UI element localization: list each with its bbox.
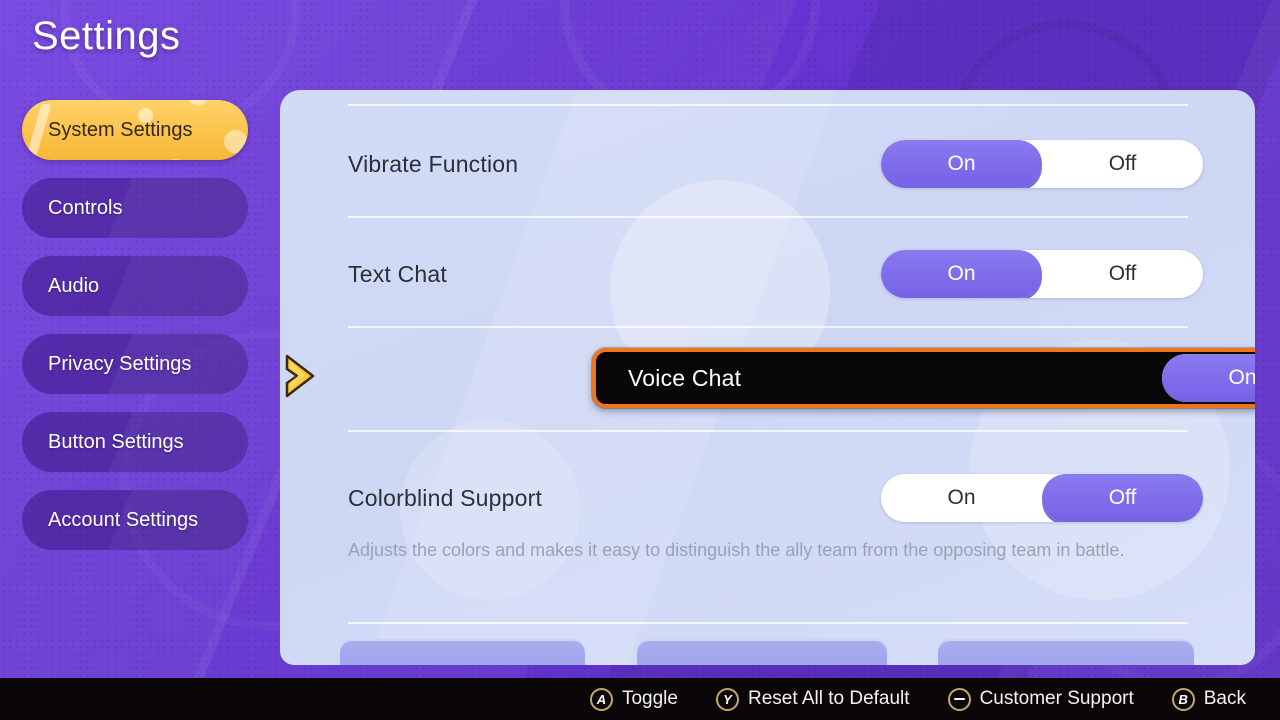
setting-row-voice-chat[interactable]: Voice Chat On Off — [592, 348, 1255, 408]
setting-description: Adjusts the colors and makes it easy to … — [348, 540, 1125, 560]
footer-hint-customer-support[interactable]: Customer Support — [947, 687, 1134, 711]
sidebar-item-label: Button Settings — [48, 430, 184, 453]
b-button-icon: B — [1171, 687, 1195, 711]
toggle-option-off[interactable]: Off — [1042, 140, 1203, 188]
sidebar-item-privacy-settings[interactable]: Privacy Settings — [22, 334, 248, 394]
sidebar-item-audio[interactable]: Audio — [22, 256, 248, 316]
sidebar: System Settings Controls Audio Privacy S… — [22, 100, 248, 550]
sidebar-item-label: Controls — [48, 196, 123, 219]
toggle-vibrate-function[interactable]: On Off — [881, 140, 1203, 188]
sidebar-item-system-settings[interactable]: System Settings — [22, 100, 248, 160]
footer-hint-label: Back — [1203, 688, 1246, 709]
toggle-option-off[interactable]: Off — [1042, 250, 1203, 298]
setting-label: Voice Chat — [628, 364, 742, 391]
footer-hint-back[interactable]: B Back — [1171, 687, 1246, 711]
a-button-icon: A — [589, 687, 613, 711]
sidebar-item-controls[interactable]: Controls — [22, 178, 248, 238]
toggle-option-on[interactable]: On — [881, 140, 1042, 188]
setting-label: Text Chat — [348, 260, 447, 287]
sidebar-item-label: Account Settings — [48, 508, 199, 531]
row-divider — [348, 216, 1188, 218]
page-title: Settings — [32, 14, 181, 58]
selection-cursor-icon — [283, 352, 323, 400]
footer-hint-label: Toggle — [621, 688, 678, 709]
bottom-option-button[interactable] — [637, 639, 887, 665]
toggle-option-on[interactable]: On — [1162, 354, 1255, 402]
toggle-option-on[interactable]: On — [881, 250, 1042, 298]
sidebar-item-label: Privacy Settings — [48, 352, 192, 375]
sidebar-item-label: Audio — [48, 274, 100, 297]
row-divider — [348, 104, 1188, 106]
setting-label: Colorblind Support — [348, 484, 543, 511]
setting-row-vibrate-function[interactable]: Vibrate Function On Off — [348, 134, 1203, 194]
y-button-icon: Y — [715, 687, 739, 711]
setting-label: Vibrate Function — [348, 150, 519, 177]
bottom-option-button[interactable] — [938, 639, 1194, 665]
footer-hint-toggle[interactable]: A Toggle — [589, 687, 678, 711]
row-divider — [348, 622, 1188, 624]
toggle-option-on[interactable]: On — [881, 474, 1042, 522]
toggle-voice-chat[interactable]: On Off — [1162, 354, 1255, 402]
settings-screen: Settings System Settings Controls Audio … — [0, 0, 1280, 720]
footer-hint-label: Reset All to Default — [747, 688, 910, 709]
setting-row-text-chat[interactable]: Text Chat On Off — [348, 244, 1203, 304]
sidebar-item-account-settings[interactable]: Account Settings — [22, 490, 248, 550]
setting-row-colorblind-support[interactable]: Colorblind Support On Off — [348, 468, 1203, 528]
footer-hint-reset-all-to-default[interactable]: Y Reset All to Default — [715, 687, 910, 711]
toggle-option-off[interactable]: Off — [1042, 474, 1203, 522]
settings-panel: Vibrate Function On Off Text Chat On Off… — [280, 90, 1255, 665]
row-divider — [348, 326, 1188, 328]
footer-hint-label: Customer Support — [979, 688, 1134, 709]
bottom-option-button[interactable] — [340, 639, 585, 665]
toggle-colorblind-support[interactable]: On Off — [881, 474, 1203, 522]
row-divider — [348, 430, 1188, 432]
sidebar-item-label: System Settings — [48, 118, 193, 141]
footer-hint-bar: A Toggle Y Reset All to Default Customer… — [0, 678, 1280, 720]
toggle-text-chat[interactable]: On Off — [881, 250, 1203, 298]
minus-button-icon — [947, 687, 971, 711]
sidebar-item-button-settings[interactable]: Button Settings — [22, 412, 248, 472]
